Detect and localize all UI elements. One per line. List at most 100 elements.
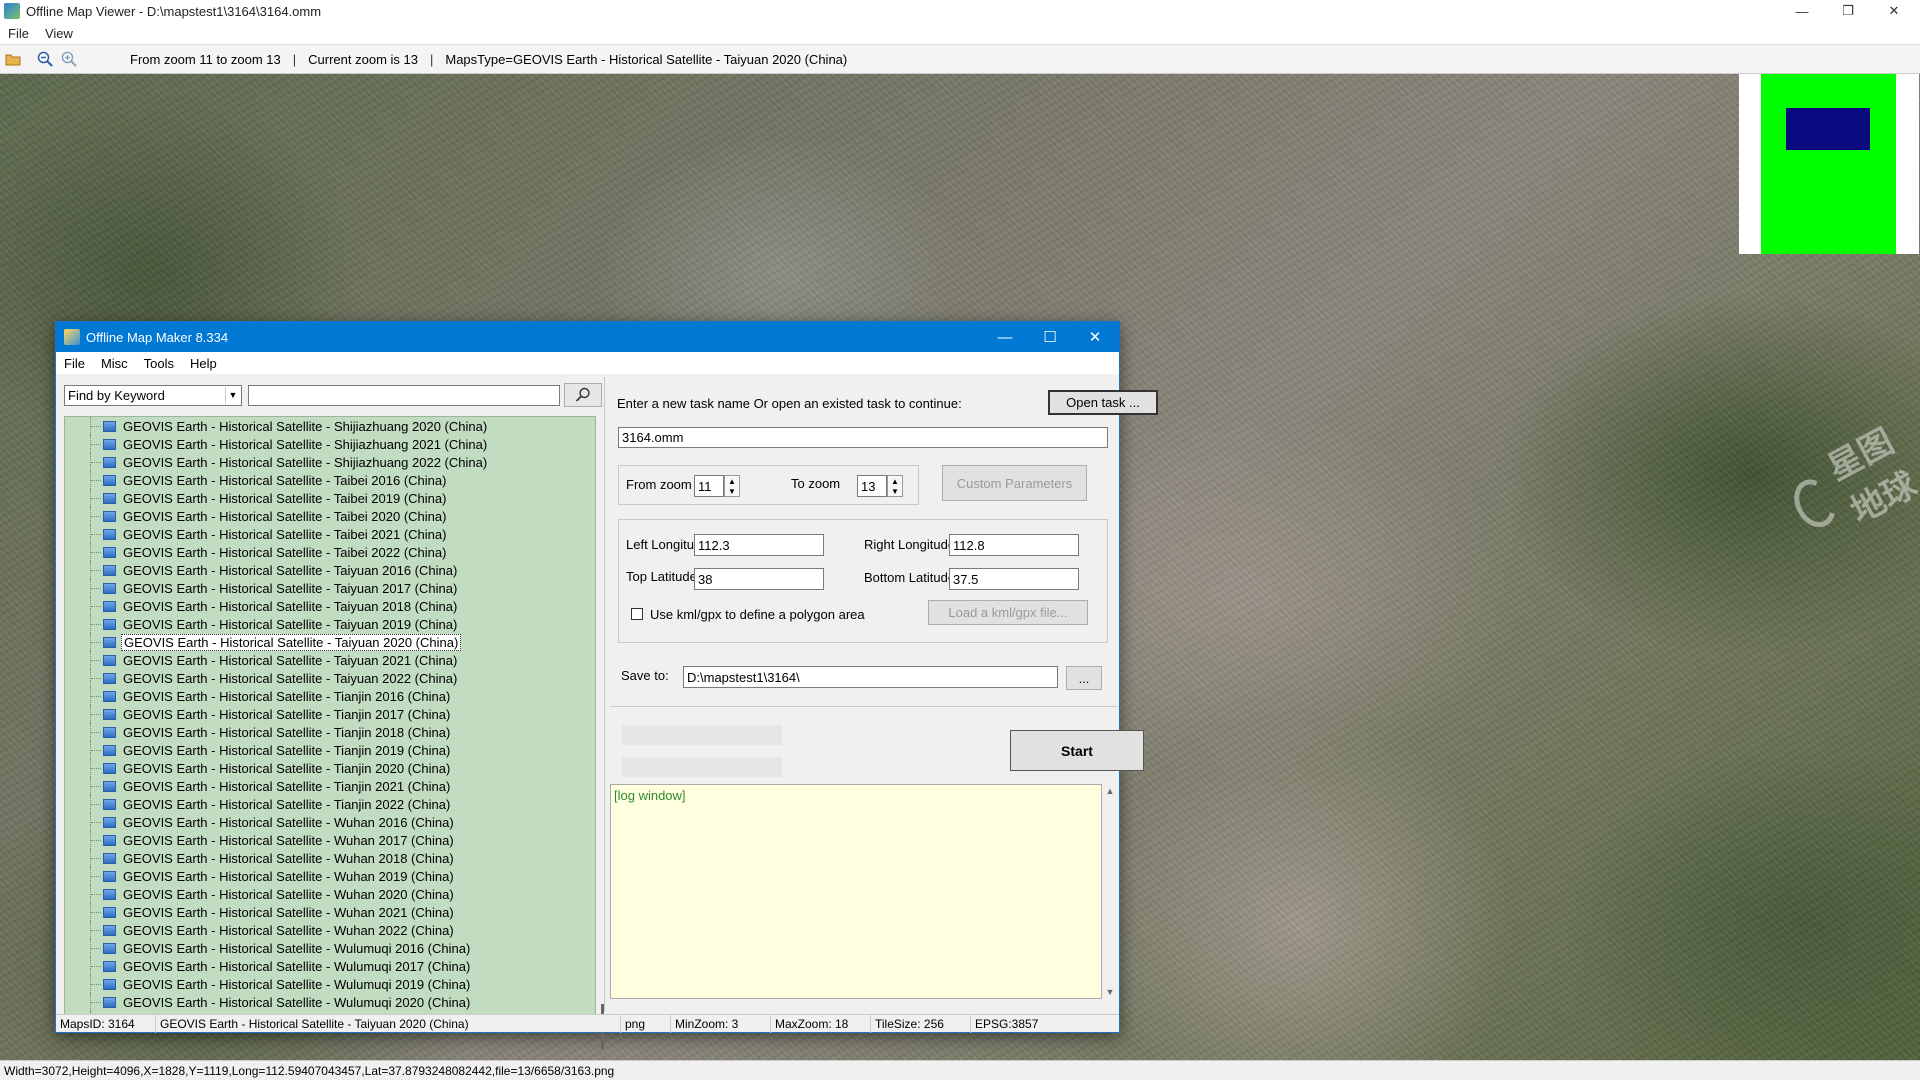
viewer-menubar: File View	[0, 22, 1920, 44]
load-kml-button[interactable]: Load a kml/gpx file...	[928, 600, 1088, 625]
tree-item[interactable]: GEOVIS Earth - Historical Satellite - Ti…	[65, 723, 595, 741]
kml-checkbox-label[interactable]: Use kml/gpx to define a polygon area	[650, 607, 865, 622]
custom-parameters-button[interactable]: Custom Parameters	[942, 465, 1087, 501]
tree-guide-line	[91, 930, 101, 931]
tree-item[interactable]: GEOVIS Earth - Historical Satellite - Wu…	[65, 813, 595, 831]
tree-item-label: GEOVIS Earth - Historical Satellite - Wu…	[123, 850, 454, 866]
minimap-viewport[interactable]	[1786, 108, 1870, 150]
pane-splitter[interactable]	[604, 377, 605, 1012]
tree-item[interactable]: GEOVIS Earth - Historical Satellite - Wu…	[65, 867, 595, 885]
find-mode-select[interactable]: Find by Keyword ▼	[64, 384, 242, 406]
dialog-menu-file[interactable]: File	[56, 356, 93, 371]
tree-item[interactable]: GEOVIS Earth - Historical Satellite - Ta…	[65, 615, 595, 633]
dialog-menu-help[interactable]: Help	[182, 356, 225, 371]
zoom-in-button[interactable]	[58, 48, 80, 70]
top-latitude-input[interactable]: 38	[694, 568, 824, 590]
tree-item-label: GEOVIS Earth - Historical Satellite - Ta…	[123, 598, 458, 614]
search-button[interactable]	[564, 383, 602, 407]
start-button[interactable]: Start	[1010, 730, 1144, 771]
tree-item[interactable]: GEOVIS Earth - Historical Satellite - Ta…	[65, 633, 595, 651]
maps-tree[interactable]: GEOVIS Earth - Historical Satellite - Sh…	[64, 416, 596, 1016]
from-zoom-stepper[interactable]: ▲ ▼	[724, 475, 740, 497]
tree-item[interactable]: GEOVIS Earth - Historical Satellite - Ta…	[65, 471, 595, 489]
scroll-up-icon[interactable]: ▲	[1106, 786, 1115, 796]
bottom-latitude-input[interactable]: 37.5	[949, 568, 1079, 590]
tree-item[interactable]: GEOVIS Earth - Historical Satellite - Ti…	[65, 759, 595, 777]
kml-checkbox[interactable]	[631, 608, 643, 620]
tree-item[interactable]: GEOVIS Earth - Historical Satellite - Ti…	[65, 741, 595, 759]
tree-guide-line	[91, 516, 101, 517]
minimize-button[interactable]: —	[1780, 0, 1824, 22]
dialog-menu-tools[interactable]: Tools	[136, 356, 182, 371]
tree-item[interactable]: GEOVIS Earth - Historical Satellite - Ti…	[65, 795, 595, 813]
tree-item[interactable]: GEOVIS Earth - Historical Satellite - Ta…	[65, 525, 595, 543]
map-maker-dialog: Offline Map Maker 8.334 — ☐ ✕ File Misc …	[55, 321, 1158, 1049]
tree-item[interactable]: GEOVIS Earth - Historical Satellite - Ta…	[65, 507, 595, 525]
from-zoom-input[interactable]: 11	[694, 475, 724, 497]
right-longitude-input[interactable]: 112.8	[949, 534, 1079, 556]
left-longitude-input[interactable]: 112.3	[694, 534, 824, 556]
tree-item[interactable]: GEOVIS Earth - Historical Satellite - Wu…	[65, 903, 595, 921]
tree-item[interactable]: GEOVIS Earth - Historical Satellite - Wu…	[65, 885, 595, 903]
map-layer-icon	[103, 726, 116, 738]
to-zoom-input[interactable]: 13	[857, 475, 887, 497]
tree-item[interactable]: GEOVIS Earth - Historical Satellite - Ta…	[65, 561, 595, 579]
dialog-close-button[interactable]: ✕	[1073, 322, 1117, 352]
tree-item[interactable]: GEOVIS Earth - Historical Satellite - Ti…	[65, 777, 595, 795]
tree-item[interactable]: GEOVIS Earth - Historical Satellite - Ta…	[65, 579, 595, 597]
dialog-minimize-button[interactable]: —	[983, 322, 1027, 352]
tree-item[interactable]: GEOVIS Earth - Historical Satellite - Ta…	[65, 489, 595, 507]
up-arrow-icon[interactable]: ▲	[891, 477, 899, 486]
open-folder-button[interactable]	[2, 48, 24, 70]
map-layer-icon	[103, 456, 116, 468]
open-task-button[interactable]: Open task ...	[1048, 390, 1158, 415]
dialog-maximize-button[interactable]: ☐	[1028, 322, 1072, 352]
minimap[interactable]	[1739, 74, 1919, 254]
tree-item[interactable]: GEOVIS Earth - Historical Satellite - Ta…	[65, 597, 595, 615]
dialog-statusbar: MapsID: 3164 GEOVIS Earth - Historical S…	[56, 1014, 1119, 1033]
map-layer-icon	[103, 546, 116, 558]
to-zoom-stepper[interactable]: ▲ ▼	[887, 475, 903, 497]
menu-file[interactable]: File	[0, 26, 37, 41]
down-arrow-icon[interactable]: ▼	[728, 487, 736, 496]
task-name-input[interactable]: 3164.omm	[618, 427, 1108, 448]
up-arrow-icon[interactable]: ▲	[728, 477, 736, 486]
log-scrollbar[interactable]: ▲ ▼	[1102, 784, 1118, 999]
menu-view[interactable]: View	[37, 26, 81, 41]
tree-item[interactable]: GEOVIS Earth - Historical Satellite - Wu…	[65, 957, 595, 975]
tree-guide-line	[91, 858, 101, 859]
tree-item[interactable]: GEOVIS Earth - Historical Satellite - Wu…	[65, 849, 595, 867]
zoom-out-button[interactable]	[34, 48, 56, 70]
log-window[interactable]: [log window]	[610, 784, 1102, 999]
progress-bar-2	[622, 757, 782, 777]
tree-item[interactable]: GEOVIS Earth - Historical Satellite - Wu…	[65, 975, 595, 993]
tree-item[interactable]: GEOVIS Earth - Historical Satellite - Sh…	[65, 453, 595, 471]
current-zoom-text: Current zoom is 13	[308, 51, 418, 67]
tree-item[interactable]: GEOVIS Earth - Historical Satellite - Ti…	[65, 705, 595, 723]
tree-item[interactable]: GEOVIS Earth - Historical Satellite - Wu…	[65, 921, 595, 939]
dialog-titlebar[interactable]: Offline Map Maker 8.334 — ☐ ✕	[56, 322, 1119, 352]
tree-item[interactable]: GEOVIS Earth - Historical Satellite - Sh…	[65, 417, 595, 435]
tree-guide-line	[91, 876, 101, 877]
tree-item[interactable]: GEOVIS Earth - Historical Satellite - Ta…	[65, 669, 595, 687]
tree-item[interactable]: GEOVIS Earth - Historical Satellite - Wu…	[65, 993, 595, 1011]
search-input[interactable]	[248, 384, 560, 406]
tree-guide-line	[91, 714, 101, 715]
browse-button[interactable]: ...	[1066, 666, 1102, 690]
tree-item[interactable]: GEOVIS Earth - Historical Satellite - Wu…	[65, 939, 595, 957]
dialog-menu-misc[interactable]: Misc	[93, 356, 136, 371]
tree-guide-line	[91, 840, 101, 841]
map-layer-icon	[103, 672, 116, 684]
tree-item[interactable]: GEOVIS Earth - Historical Satellite - Ta…	[65, 543, 595, 561]
tree-item[interactable]: GEOVIS Earth - Historical Satellite - Wu…	[65, 831, 595, 849]
tree-item[interactable]: GEOVIS Earth - Historical Satellite - Sh…	[65, 435, 595, 453]
maximize-button[interactable]: ❐	[1826, 0, 1870, 22]
close-button[interactable]: ✕	[1872, 0, 1916, 22]
down-arrow-icon[interactable]: ▼	[891, 487, 899, 496]
tree-item-label: GEOVIS Earth - Historical Satellite - Wu…	[123, 814, 454, 830]
tree-item[interactable]: GEOVIS Earth - Historical Satellite - Ta…	[65, 651, 595, 669]
map-layer-icon	[103, 564, 116, 576]
scroll-down-icon[interactable]: ▼	[1106, 987, 1115, 997]
save-to-input[interactable]: D:\mapstest1\3164\	[683, 666, 1058, 688]
tree-item[interactable]: GEOVIS Earth - Historical Satellite - Ti…	[65, 687, 595, 705]
